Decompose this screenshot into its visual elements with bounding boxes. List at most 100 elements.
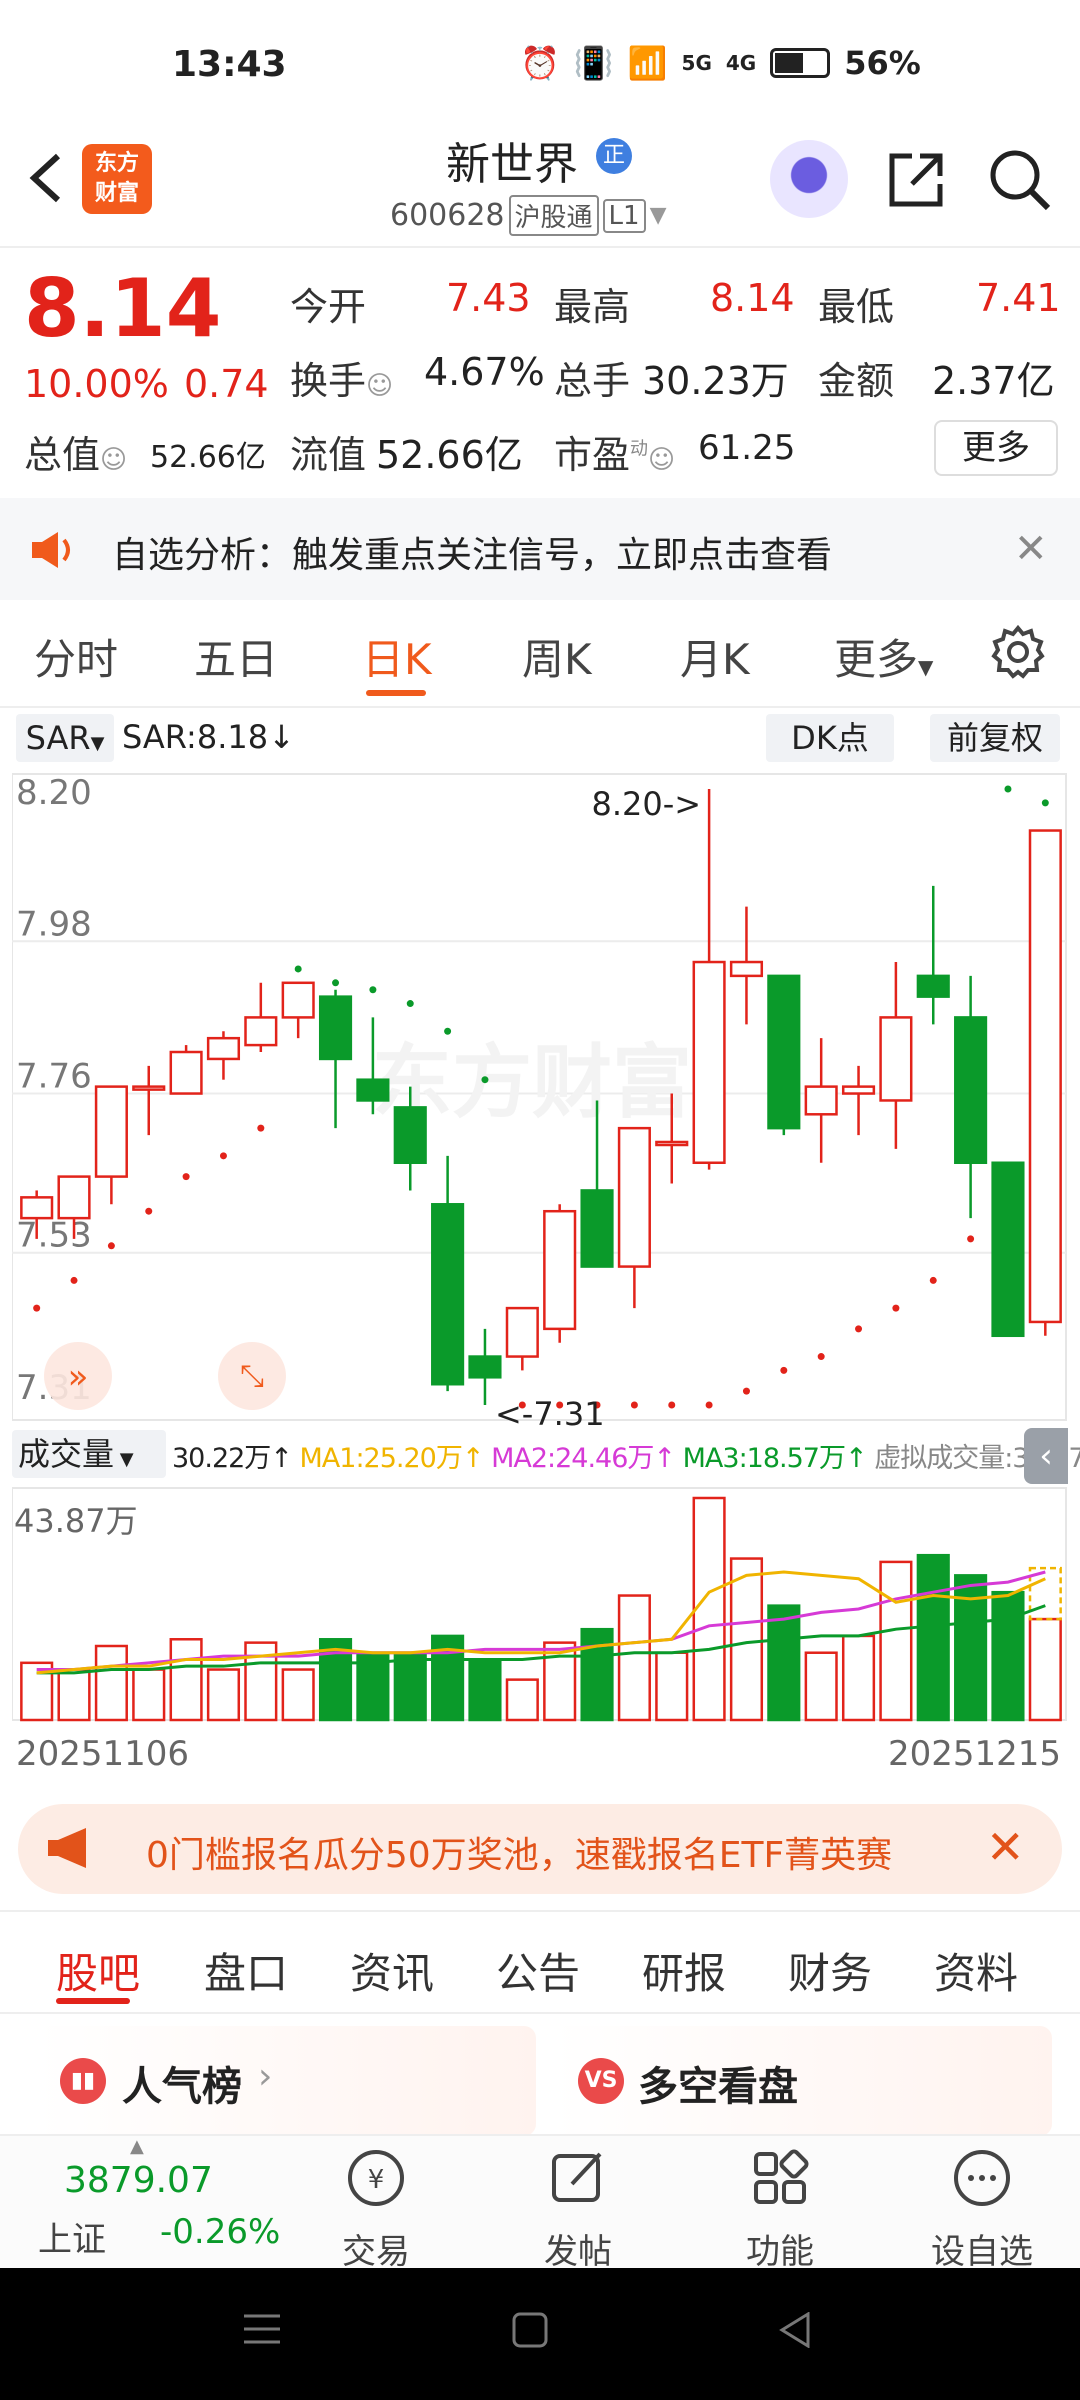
- tab-monthly-k[interactable]: 月K: [680, 626, 750, 687]
- index-name[interactable]: 上证: [38, 2212, 106, 2261]
- 5g-signal-icon: 5G: [681, 51, 712, 75]
- candle-body: [1028, 829, 1062, 1324]
- mktcap-value: 52.66亿: [150, 440, 266, 475]
- dk-points-button[interactable]: DK点: [766, 714, 894, 762]
- info-icon: ☺: [366, 371, 394, 401]
- tab-research[interactable]: 研报: [642, 1940, 726, 2001]
- candle-body: [20, 1196, 54, 1220]
- banner-text[interactable]: 自选分析：触发重点关注信号，立即点击查看: [112, 526, 832, 578]
- apps-icon[interactable]: [748, 2146, 812, 2210]
- gear-icon[interactable]: [990, 624, 1046, 680]
- share-icon[interactable]: [884, 148, 948, 212]
- candle-body: [954, 1016, 988, 1165]
- chevron-right-icon: ›: [258, 2056, 273, 2097]
- candle-body: [505, 1306, 539, 1358]
- volume-bar: [468, 1658, 502, 1722]
- stock-code-row[interactable]: 600628 沪股通 L1 ▼: [390, 195, 667, 236]
- volume-bar: [1028, 1617, 1062, 1722]
- tab-guba[interactable]: 股吧: [56, 1940, 140, 2001]
- adjust-price-button[interactable]: 前复权: [930, 714, 1060, 762]
- index-value[interactable]: 3879.07: [64, 2160, 213, 2201]
- back-button[interactable]: [20, 148, 80, 208]
- candle-body: [580, 1189, 614, 1268]
- more-icon[interactable]: [950, 2146, 1014, 2210]
- candle-body: [318, 995, 353, 1061]
- sar-dot: [294, 965, 302, 973]
- volume-bar: [916, 1553, 950, 1722]
- indicator-select[interactable]: SAR▼: [16, 714, 114, 762]
- volume-bar: [767, 1604, 801, 1722]
- candle-body: [841, 1085, 876, 1095]
- candle-body: [169, 1050, 203, 1095]
- volume-bar: [729, 1557, 764, 1722]
- tab-news[interactable]: 资讯: [350, 1940, 434, 2001]
- tab-financials[interactable]: 财务: [788, 1940, 872, 2001]
- pe-label[interactable]: 市盈动☺: [554, 424, 675, 479]
- low-label: 最低: [818, 285, 895, 329]
- kline-chart[interactable]: 8.207.987.767.537.31东方财富8.20-><-7.31»⤡: [12, 770, 1068, 1730]
- tab-pankou[interactable]: 盘口: [204, 1940, 288, 2001]
- nav-functions[interactable]: 功能: [720, 2224, 840, 2273]
- nav-trade[interactable]: 交易: [316, 2224, 436, 2273]
- tab-5day[interactable]: 五日: [194, 626, 278, 687]
- sar-dot: [257, 1124, 265, 1132]
- volume-bar: [393, 1651, 427, 1722]
- candle-body: [94, 1085, 128, 1178]
- volume-max-label: 43.87万: [14, 1502, 138, 1540]
- trade-icon[interactable]: ¥: [344, 2146, 408, 2210]
- active-tab-indicator: [366, 690, 426, 696]
- volume-bar: [804, 1651, 838, 1722]
- menu-icon[interactable]: [244, 2312, 280, 2346]
- tab-announcements[interactable]: 公告: [496, 1940, 580, 2001]
- status-time: 13:43: [172, 44, 287, 85]
- sar-dot: [70, 1276, 78, 1284]
- popularity-card[interactable]: ▮▮ 人气榜 ›: [36, 2026, 536, 2136]
- volume-bar: [169, 1638, 203, 1722]
- close-icon[interactable]: ✕: [1014, 526, 1048, 572]
- tab-daily-k[interactable]: 日K: [362, 626, 432, 687]
- bull-bear-card[interactable]: VS 多空看盘: [552, 2026, 1052, 2136]
- caret-down-icon: ▼: [114, 1449, 134, 1470]
- nav-add-watchlist[interactable]: 设自选: [922, 2224, 1042, 2273]
- chevron-left-icon[interactable]: ‹: [1024, 1428, 1068, 1484]
- amount-value: 2.37亿: [932, 359, 1055, 403]
- volume-bar: [505, 1678, 539, 1722]
- sar-dot: [929, 1276, 937, 1284]
- ai-assistant-icon[interactable]: [770, 140, 848, 218]
- candle-body: [767, 974, 801, 1130]
- float-value: 52.66亿: [376, 433, 523, 477]
- turnover-label[interactable]: 换手☺: [290, 350, 393, 405]
- mktcap-label[interactable]: 总值☺: [24, 424, 127, 479]
- change-pct: 10.00%: [24, 362, 169, 406]
- promo-text[interactable]: 0门槛报名瓜分50万奖池，速戳报名ETF菁英赛: [146, 1826, 892, 1878]
- amount-label: 金额: [818, 359, 895, 403]
- bull-bear-title: 多空看盘: [638, 2064, 798, 2110]
- candle-body: [206, 1036, 241, 1061]
- speaker-icon: [30, 528, 80, 572]
- divider: [0, 2012, 1080, 2014]
- home-icon[interactable]: [512, 2312, 548, 2348]
- post-icon[interactable]: [546, 2146, 610, 2210]
- tab-minute[interactable]: 分时: [34, 626, 118, 687]
- candle-body: [729, 960, 764, 978]
- volume-legend: 30.22万↑ MA1:25.20万↑ MA2:24.46万↑ MA3:18.5…: [172, 1436, 1080, 1475]
- tag-hgt: 沪股通: [508, 195, 599, 236]
- nav-post[interactable]: 发帖: [518, 2224, 638, 2273]
- close-icon[interactable]: ✕: [986, 1820, 1025, 1874]
- battery-percent: 56%: [844, 44, 921, 82]
- back-icon[interactable]: [778, 2311, 814, 2349]
- tab-more[interactable]: 更多▼: [834, 626, 933, 687]
- more-button[interactable]: 更多: [934, 420, 1058, 476]
- tab-weekly-k[interactable]: 周K: [522, 626, 592, 687]
- high-value: 8.14: [710, 276, 795, 320]
- sar-dot: [780, 1366, 788, 1374]
- index-change[interactable]: -0.26%: [160, 2212, 280, 2252]
- change-amount: 0.74: [184, 362, 269, 406]
- tab-profile[interactable]: 资料: [934, 1940, 1018, 2001]
- sar-dot: [219, 1152, 227, 1160]
- sar-dot: [369, 986, 377, 994]
- search-icon[interactable]: [986, 146, 1052, 212]
- y-tick-label: 8.20: [16, 773, 92, 813]
- open-value: 7.43: [446, 276, 531, 320]
- volume-indicator-select[interactable]: 成交量 ▼: [12, 1430, 166, 1478]
